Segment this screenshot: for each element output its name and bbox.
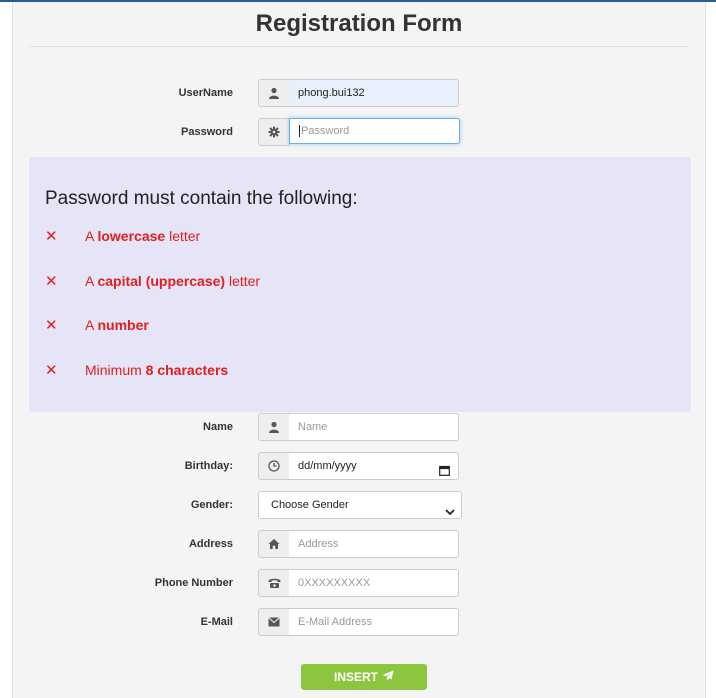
password-row: Password Password [13,118,705,146]
calendar-icon[interactable] [439,460,450,486]
email-input[interactable]: E-Mail Address [289,608,459,636]
gear-icon [258,118,290,146]
address-row: Address Address [13,530,705,558]
send-icon [382,670,394,684]
registration-panel: Registration Form UserName phong.bui132 … [12,2,706,698]
password-requirements: Password must contain the following: ✕ A… [29,157,691,412]
phone-label: Phone Number [154,577,233,589]
name-row: Name Name [13,413,705,441]
password-input[interactable]: Password [289,118,460,144]
password-placeholder: Password [301,125,350,137]
insert-button[interactable]: INSERT [301,664,427,690]
birthday-label: Birthday: [184,460,233,472]
username-input[interactable]: phong.bui132 [289,79,459,107]
insert-label: INSERT [333,670,378,684]
name-label: Name [203,421,233,433]
phone-row: Phone Number 0XXXXXXXXX [13,569,705,597]
cross-icon: ✕ [45,273,58,290]
gender-row: Gender: Choose Gender [13,491,705,519]
page-title: Registration Form [255,10,463,37]
username-row: UserName phong.bui132 [13,79,705,107]
gender-select[interactable]: Choose Gender [258,491,462,519]
cross-icon: ✕ [45,362,58,379]
address-label: Address [188,538,233,550]
envelope-icon [258,608,290,636]
user-icon [258,79,290,107]
cross-icon: ✕ [45,317,58,334]
user-icon [258,413,290,441]
chevron-down-icon [445,500,455,526]
cross-icon: ✕ [45,228,58,245]
address-input[interactable]: Address [289,530,459,558]
text-caret [299,125,300,138]
phone-input[interactable]: 0XXXXXXXXX [289,569,459,597]
birthday-placeholder: dd/mm/yyyy [298,460,357,472]
birthday-input[interactable]: dd/mm/yyyy [289,452,459,480]
password-label: Password [181,126,233,138]
gender-selected-value: Choose Gender [271,499,349,511]
email-label: E-Mail [200,616,233,628]
requirements-heading: Password must contain the following: [45,188,358,209]
username-label: UserName [178,87,233,99]
home-icon [258,530,290,558]
birthday-row: Birthday: dd/mm/yyyy [13,452,705,480]
email-row: E-Mail E-Mail Address [13,608,705,636]
title-divider [29,46,689,47]
name-input[interactable]: Name [289,413,459,441]
gender-label: Gender: [190,499,233,511]
clock-icon [258,452,290,480]
phone-icon [258,569,290,597]
